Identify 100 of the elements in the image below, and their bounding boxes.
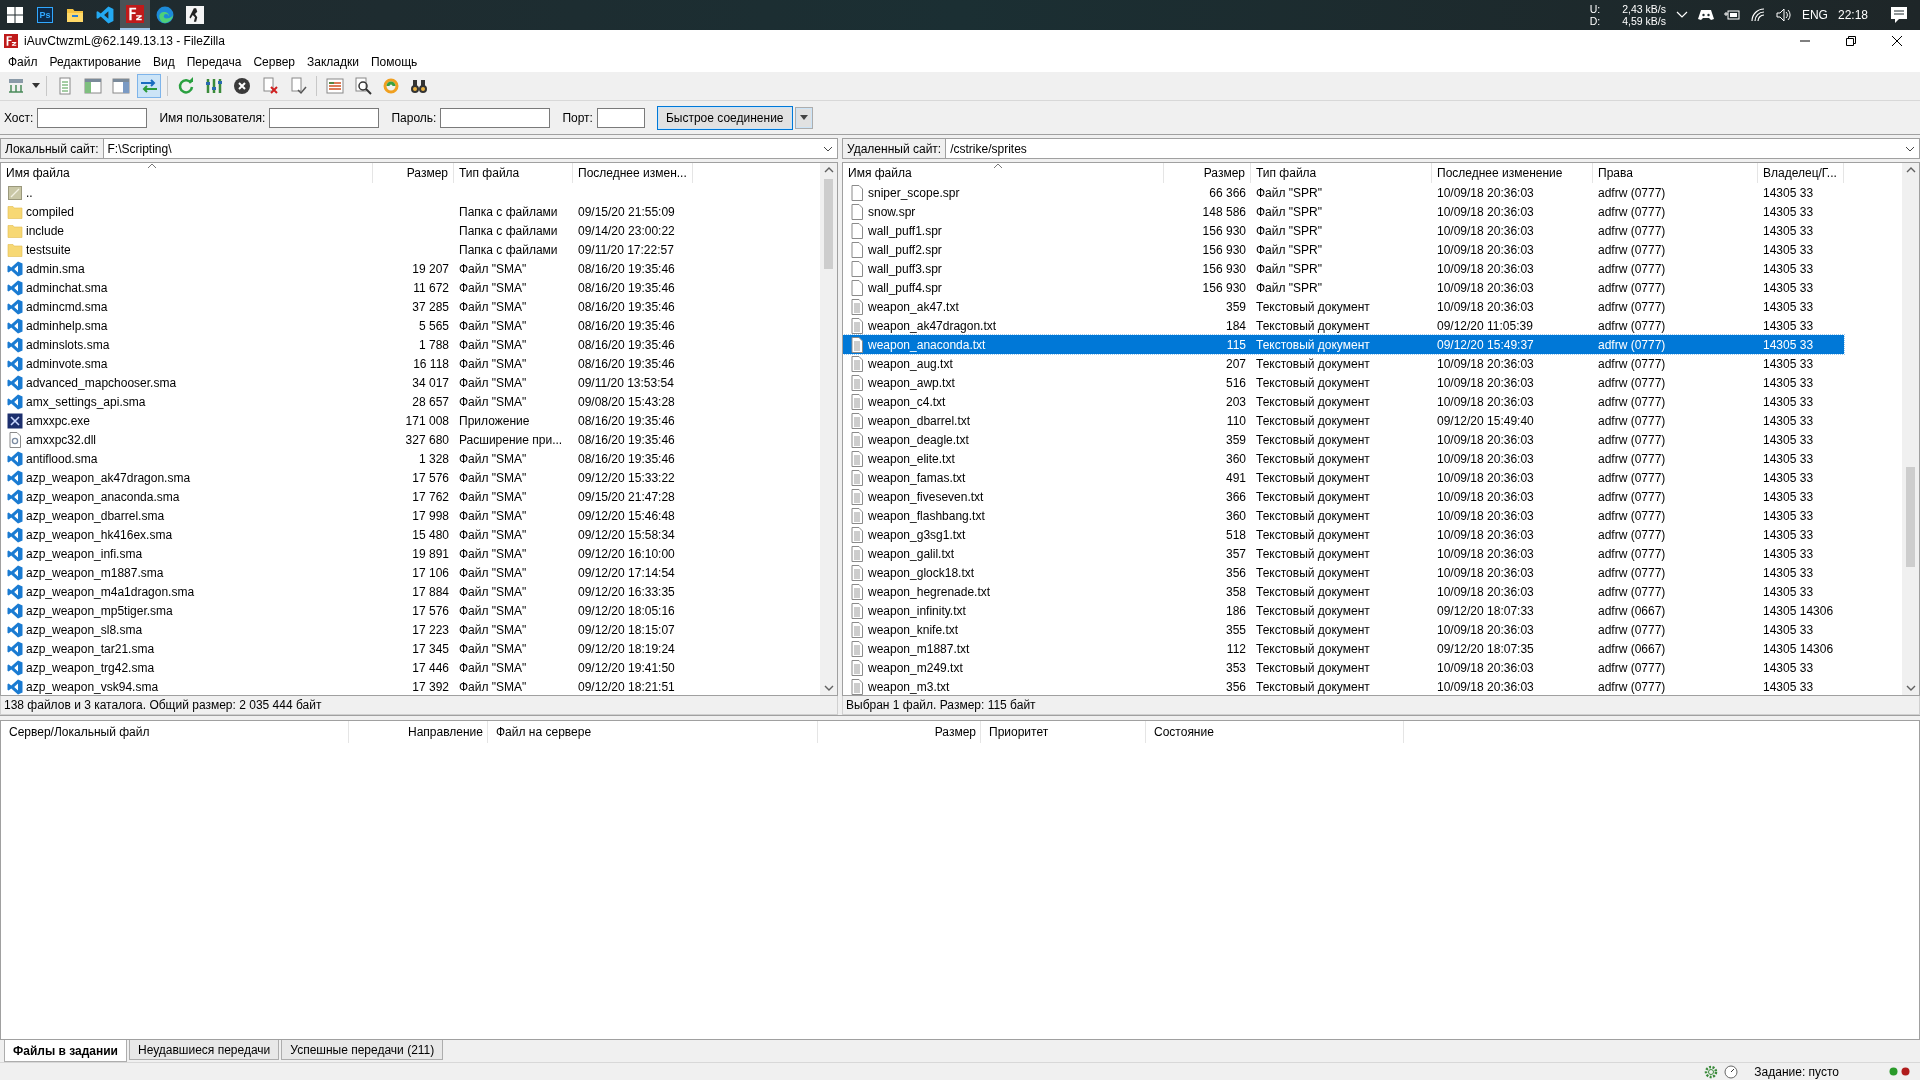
column-header[interactable]: Владелец/Г... xyxy=(1758,163,1844,183)
notification-icon[interactable] xyxy=(1890,6,1908,24)
figure-icon[interactable] xyxy=(186,6,204,24)
scrollbar-thumb[interactable] xyxy=(824,179,833,269)
file-row[interactable]: weapon_c4.txt 203 Текстовый документ 10/09/18 20:36:03 adfrw (0777) 14305 33 xyxy=(843,392,1844,411)
file-row[interactable]: weapon_infinity.txt 186 Текстовый документ 09/12/20 18:07:33 adfrw (0667) 14305 14306 xyxy=(843,601,1844,620)
close-icon[interactable] xyxy=(1891,35,1903,47)
restore-icon[interactable] xyxy=(1846,36,1856,46)
file-row[interactable]: weapon_awp.txt 516 Текстовый документ 10/09/18 20:36:03 adfrw (0777) 14305 33 xyxy=(843,373,1844,392)
column-header[interactable]: Последнее изменение xyxy=(1432,163,1593,183)
app-tile-icon[interactable]: Ps xyxy=(37,7,53,23)
column-header[interactable]: Файл на сервере xyxy=(488,721,818,743)
taskbar-app[interactable] xyxy=(120,0,150,30)
folder-icon[interactable] xyxy=(66,7,84,23)
file-row[interactable]: azp_weapon_m1887.sma 17 106 Файл "SMA" 09/12/20 17:14:54 xyxy=(1,563,693,582)
sort-caret-icon[interactable] xyxy=(147,163,157,169)
sync-arrows-icon[interactable] xyxy=(140,77,158,95)
file-row[interactable]: compiled Папка с файлами 09/15/20 21:55:09 xyxy=(1,202,693,221)
tab[interactable]: Файлы в задании xyxy=(4,1040,127,1062)
menu-item[interactable]: Передача xyxy=(180,55,248,69)
clock[interactable]: 22:18 xyxy=(1837,8,1868,22)
column-header[interactable]: Имя файла xyxy=(843,163,1164,183)
path-combobox[interactable]: F:\Scripting\ xyxy=(103,139,837,158)
file-row[interactable]: weapon_hegrenade.txt 358 Текстовый документ 10/09/18 20:36:03 adfrw (0777) 14305 33 xyxy=(843,582,1844,601)
sort-caret-icon[interactable] xyxy=(993,163,1003,169)
file-row[interactable]: weapon_m3.txt 356 Текстовый документ 10/09/18 20:36:03 adfrw (0777) 14305 33 xyxy=(843,677,1844,695)
file-row[interactable]: .. xyxy=(1,183,693,202)
menu-item[interactable]: Файл xyxy=(2,55,44,69)
battery-icon[interactable] xyxy=(1723,9,1740,21)
file-row[interactable]: weapon_deagle.txt 359 Текстовый документ 10/09/18 20:36:03 adfrw (0777) 14305 33 xyxy=(843,430,1844,449)
file-row[interactable]: azp_weapon_mp5tiger.sma 17 576 Файл "SMA" 09/12/20 18:05:16 xyxy=(1,601,693,620)
speaker-icon[interactable] xyxy=(1775,8,1792,22)
file-row[interactable]: azp_weapon_tar21.sma 17 345 Файл "SMA" 09/12/20 18:19:24 xyxy=(1,639,693,658)
file-row[interactable]: weapon_m1887.txt 112 Текстовый документ 09/12/20 18:07:35 adfrw (0667) 14305 14306 xyxy=(843,639,1844,658)
dropdown-button[interactable] xyxy=(794,106,813,129)
column-header[interactable]: Направление xyxy=(349,721,488,743)
menu-item[interactable]: Вид xyxy=(146,55,181,69)
column-header[interactable]: Последнее измен... xyxy=(573,163,693,183)
caret-icon[interactable] xyxy=(799,115,808,120)
disconnect-icon[interactable] xyxy=(261,77,279,95)
file-row[interactable]: weapon_elite.txt 360 Текстовый документ 10/09/18 20:36:03 adfrw (0777) 14305 33 xyxy=(843,449,1844,468)
filter-icon[interactable] xyxy=(205,77,223,95)
menu-item[interactable]: Редактирование xyxy=(43,55,147,69)
file-row[interactable]: weapon_aug.txt 207 Текстовый документ 10/09/18 20:36:03 adfrw (0777) 14305 33 xyxy=(843,354,1844,373)
gamepad-icon[interactable] xyxy=(1697,9,1714,21)
file-row[interactable]: include Папка с файлами 09/14/20 23:00:22 xyxy=(1,221,693,240)
file-row[interactable]: weapon_ak47.txt 359 Текстовый документ 10/09/18 20:36:03 adfrw (0777) 14305 33 xyxy=(843,297,1844,316)
gear-icon[interactable] xyxy=(1704,1064,1719,1079)
menu-item[interactable]: Помощь xyxy=(364,55,424,69)
taskbar-app[interactable]: Ps xyxy=(30,0,60,30)
file-row[interactable]: weapon_glock18.txt 356 Текстовый документ 10/09/18 20:36:03 adfrw (0777) 14305 33 xyxy=(843,563,1844,582)
file-row[interactable]: amxxpc32.dll 327 680 Расширение при... 08/16/20 19:35:46 xyxy=(1,430,693,449)
file-row[interactable]: weapon_famas.txt 491 Текстовый документ 10/09/18 20:36:03 adfrw (0777) 14305 33 xyxy=(843,468,1844,487)
file-row[interactable]: wall_puff1.spr 156 930 Файл "SPR" 10/09/18 20:36:03 adfrw (0777) 14305 33 xyxy=(843,221,1844,240)
file-row[interactable]: amxxpc.exe 171 008 Приложение 08/16/20 19:35:46 xyxy=(1,411,693,430)
file-row[interactable]: admincmd.sma 37 285 Файл "SMA" 08/16/20 19:35:46 xyxy=(1,297,693,316)
file-row[interactable]: azp_weapon_ak47dragon.sma 17 576 Файл "SMA" 09/12/20 15:33:22 xyxy=(1,468,693,487)
gauge-icon[interactable] xyxy=(1724,1064,1739,1079)
remote-tree-icon[interactable] xyxy=(112,77,130,95)
file-row[interactable]: weapon_fiveseven.txt 366 Текстовый документ 10/09/18 20:36:03 adfrw (0777) 14305 33 xyxy=(843,487,1844,506)
language-indicator[interactable]: ENG xyxy=(1801,8,1828,22)
file-row[interactable]: weapon_m249.txt 353 Текстовый документ 10/09/18 20:36:03 adfrw (0777) 14305 33 xyxy=(843,658,1844,677)
host-input[interactable] xyxy=(37,107,148,128)
caret-icon[interactable] xyxy=(823,145,833,152)
file-row[interactable]: antiflood.sma 1 328 Файл "SMA" 08/16/20 19:35:46 xyxy=(1,449,693,468)
file-row[interactable]: weapon_galil.txt 357 Текстовый документ 10/09/18 20:36:03 adfrw (0777) 14305 33 xyxy=(843,544,1844,563)
file-row[interactable]: azp_weapon_dbarrel.sma 17 998 Файл "SMA" 09/12/20 15:46:48 xyxy=(1,506,693,525)
scrollbar-thumb[interactable] xyxy=(1906,467,1915,567)
file-row[interactable]: weapon_flashbang.txt 360 Текстовый документ 10/09/18 20:36:03 adfrw (0777) 14305 33 xyxy=(843,506,1844,525)
column-header[interactable]: Приоритет xyxy=(981,721,1146,743)
file-row[interactable]: weapon_g3sg1.txt 518 Текстовый документ 10/09/18 20:36:03 adfrw (0777) 14305 33 xyxy=(843,525,1844,544)
file-row[interactable]: adminslots.sma 1 788 Файл "SMA" 08/16/20 19:35:46 xyxy=(1,335,693,354)
file-row[interactable]: azp_weapon_vsk94.sma 17 392 Файл "SMA" 09/12/20 18:21:51 xyxy=(1,677,693,695)
column-header[interactable]: Размер xyxy=(1164,163,1251,183)
wifi-icon[interactable] xyxy=(1749,8,1766,22)
tab[interactable]: Неудавшиеся передачи xyxy=(129,1040,280,1060)
binoculars-icon[interactable] xyxy=(410,77,428,95)
search-icon[interactable] xyxy=(354,77,372,95)
username-input[interactable] xyxy=(269,107,380,128)
menu-item[interactable]: Сервер xyxy=(247,55,301,69)
browser-icon[interactable] xyxy=(156,6,174,24)
file-row[interactable]: weapon_knife.txt 355 Текстовый документ 10/09/18 20:36:03 adfrw (0777) 14305 33 xyxy=(843,620,1844,639)
column-header[interactable]: Сервер/Локальный файл xyxy=(1,721,349,743)
column-header[interactable]: Права xyxy=(1593,163,1758,183)
quickconnect-button[interactable]: Быстрое соединение xyxy=(656,105,793,130)
queue-icon[interactable] xyxy=(326,77,344,95)
file-row[interactable]: adminhelp.sma 5 565 Файл "SMA" 08/16/20 19:35:46 xyxy=(1,316,693,335)
scrollbar[interactable] xyxy=(1902,163,1919,695)
file-row[interactable]: azp_weapon_sl8.sma 17 223 Файл "SMA" 09/12/20 18:15:07 xyxy=(1,620,693,639)
file-row[interactable]: wall_puff4.spr 156 930 Файл "SPR" 10/09/18 20:36:03 adfrw (0777) 14305 33 xyxy=(843,278,1844,297)
file-row[interactable]: azp_weapon_trg42.sma 17 446 Файл "SMA" 09/12/20 19:41:50 xyxy=(1,658,693,677)
refresh-icon[interactable] xyxy=(177,77,195,95)
file-row[interactable]: sniper_scope.spr 66 366 Файл "SPR" 10/09/18 20:36:03 adfrw (0777) 14305 33 xyxy=(843,183,1844,202)
file-row[interactable]: admin.sma 19 207 Файл "SMA" 08/16/20 19:35:46 xyxy=(1,259,693,278)
file-row[interactable]: adminchat.sma 11 672 Файл "SMA" 08/16/20 19:35:46 xyxy=(1,278,693,297)
caret-icon[interactable] xyxy=(1905,145,1915,152)
file-row[interactable]: azp_weapon_m4a1dragon.sma 17 884 Файл "SMA" 09/12/20 16:33:35 xyxy=(1,582,693,601)
column-header[interactable]: Тип файла xyxy=(454,163,573,183)
local-tree-icon[interactable] xyxy=(84,77,102,95)
code-editor-icon[interactable] xyxy=(96,6,114,24)
